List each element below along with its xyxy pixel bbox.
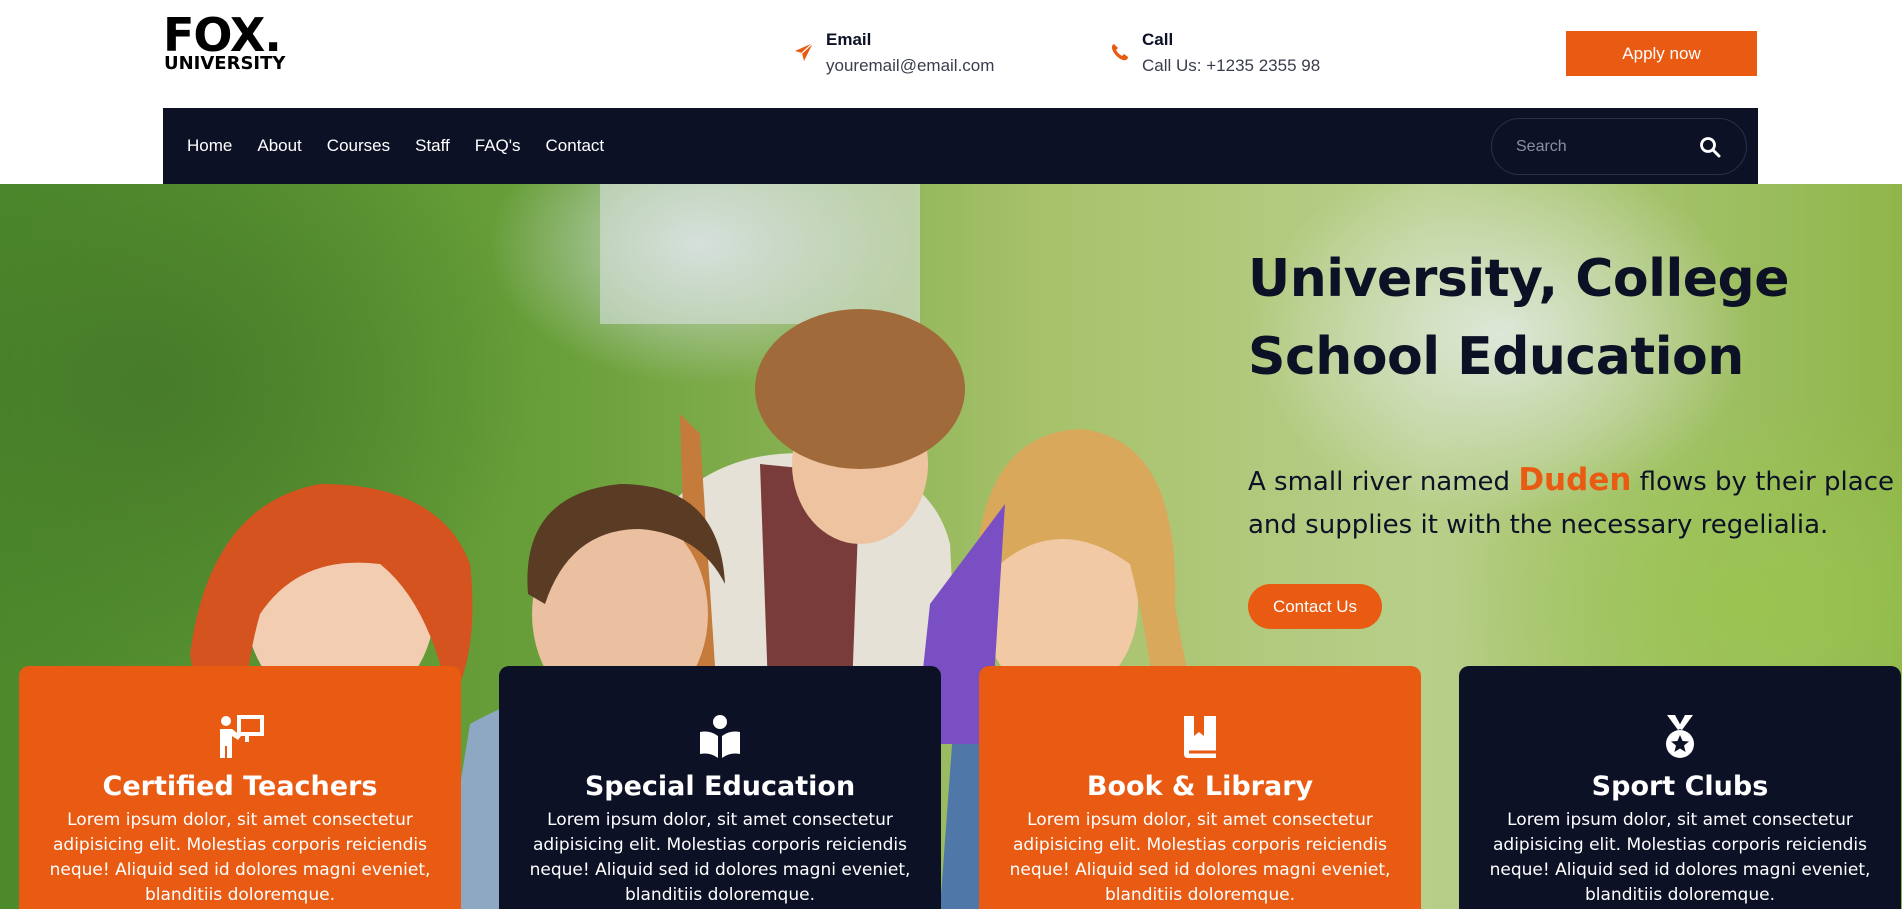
nav-menu: Home About Courses Staff FAQ's Contact	[187, 108, 604, 184]
hero-text-before: A small river named	[1248, 467, 1519, 497]
hero-title: University, College School Education	[1248, 249, 1790, 387]
card-title: Special Education	[584, 771, 856, 802]
card-text: Lorem ipsum dolor, sit amet consectetur …	[529, 810, 911, 905]
top-header: FOX. UNIVERSITY Email youremail@email.co…	[0, 0, 1902, 108]
nav-item-about[interactable]: About	[257, 136, 301, 156]
card-text: Lorem ipsum dolor, sit amet consectetur …	[1009, 810, 1391, 905]
logo[interactable]: FOX. UNIVERSITY	[163, 12, 293, 74]
email-title: Email	[826, 30, 872, 49]
call-contact: Call Call Us: +1235 2355 98	[1110, 28, 1350, 78]
medal-icon	[1666, 715, 1694, 758]
book-icon	[1184, 716, 1216, 758]
hero-description: A small river named Duden flows by their…	[1248, 459, 1898, 547]
card-text: Lorem ipsum dolor, sit amet consectetur …	[1489, 810, 1871, 905]
nav-item-home[interactable]: Home	[187, 136, 232, 156]
nav-item-contact[interactable]: Contact	[546, 136, 605, 156]
phone-icon	[1111, 44, 1128, 61]
nav-item-faqs[interactable]: FAQ's	[475, 136, 521, 156]
apply-now-button[interactable]: Apply now	[1566, 31, 1757, 76]
hero-text-accent: Duden	[1518, 462, 1632, 498]
feature-card-book-library[interactable]: Book & Library Lorem ipsum dolor, sit am…	[979, 666, 1421, 909]
feature-card-sport-clubs[interactable]: Sport Clubs Lorem ipsum dolor, sit amet …	[1459, 666, 1901, 909]
logo-sub-text: UNIVERSITY	[164, 53, 286, 74]
email-value[interactable]: youremail@email.com	[826, 56, 994, 76]
contact-us-button[interactable]: Contact Us	[1248, 584, 1382, 629]
nav-item-staff[interactable]: Staff	[415, 136, 450, 156]
call-title: Call	[1142, 30, 1174, 49]
feature-card-special-education[interactable]: Special Education Lorem ipsum dolor, sit…	[499, 666, 941, 909]
card-title: Sport Clubs	[1591, 771, 1769, 802]
main-navbar: Home About Courses Staff FAQ's Contact	[163, 108, 1758, 184]
paper-plane-icon	[795, 42, 814, 61]
feature-card-certified-teachers[interactable]: Certified Teachers Lorem ipsum dolor, si…	[19, 666, 461, 909]
call-value[interactable]: Call Us: +1235 2355 98	[1142, 56, 1320, 76]
card-title: Certified Teachers	[102, 771, 378, 802]
search-box	[1491, 118, 1747, 175]
teacher-icon	[220, 715, 264, 758]
nav-item-courses[interactable]: Courses	[327, 136, 390, 156]
open-book-reader-icon	[700, 715, 740, 758]
email-contact: Email youremail@email.com	[794, 28, 1034, 78]
logo-main-text: FOX.	[163, 8, 282, 62]
card-title: Book & Library	[1086, 771, 1314, 802]
search-input[interactable]	[1516, 119, 1696, 174]
card-text: Lorem ipsum dolor, sit amet consectetur …	[49, 810, 431, 905]
search-icon[interactable]	[1698, 135, 1722, 159]
